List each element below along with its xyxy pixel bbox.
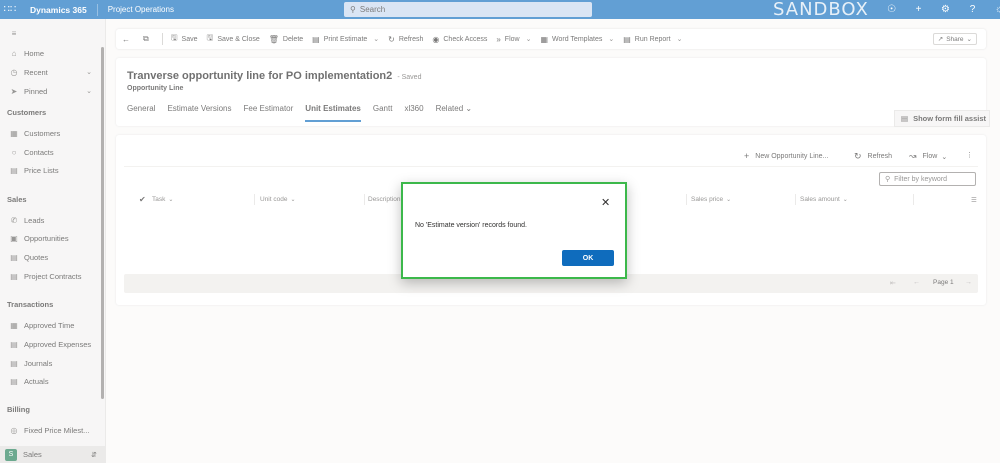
dialog-message: No 'Estimate version' records found. bbox=[415, 222, 527, 229]
close-icon[interactable]: ✕ bbox=[601, 196, 610, 209]
alert-dialog: ✕ No 'Estimate version' records found. O… bbox=[401, 182, 627, 279]
ok-button[interactable]: OK bbox=[562, 250, 614, 266]
